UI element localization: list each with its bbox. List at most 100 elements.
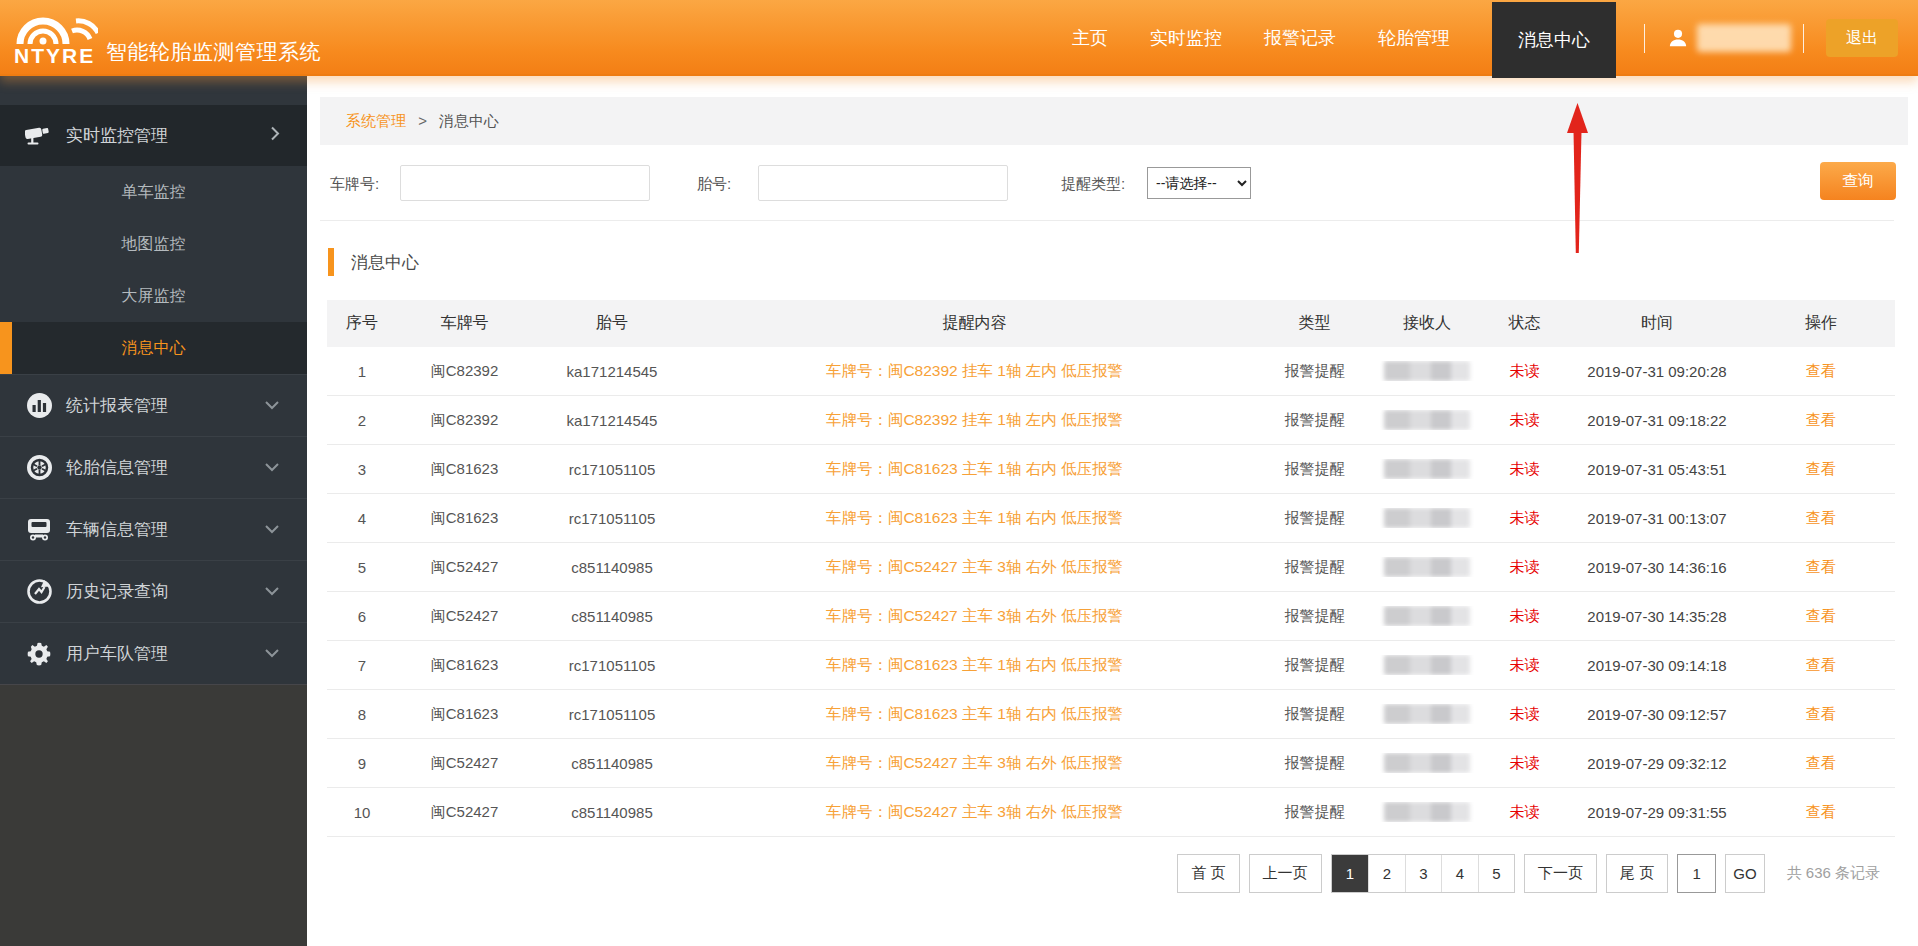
page-number-2[interactable]: 2 xyxy=(1368,855,1405,892)
gear-icon xyxy=(24,641,54,667)
page-number-4[interactable]: 4 xyxy=(1441,855,1478,892)
username-blurred xyxy=(1697,24,1791,52)
cell-time: 2019-07-31 09:20:28 xyxy=(1567,363,1747,380)
sidebar-group-0[interactable]: 实时监控管理 xyxy=(0,105,307,166)
breadcrumb-parent[interactable]: 系统管理 xyxy=(346,112,406,129)
page-goto-input[interactable] xyxy=(1677,854,1716,893)
page-number-5[interactable]: 5 xyxy=(1478,855,1515,892)
receiver-blurred xyxy=(1384,557,1470,577)
cell-recv xyxy=(1372,753,1482,773)
cell-content: 车牌号：闽C81623 主车 1轴 右内 低压报警 xyxy=(692,655,1257,676)
cell-content: 车牌号：闽C52427 主车 3轴 右外 低压报警 xyxy=(692,802,1257,823)
page-go-button[interactable]: GO xyxy=(1725,854,1764,893)
cell-status: 未读 xyxy=(1482,656,1567,675)
cell-type: 报警提醒 xyxy=(1257,803,1372,822)
nav-item-1[interactable]: 实时监控 xyxy=(1150,26,1222,50)
cell-action[interactable]: 查看 xyxy=(1747,362,1895,381)
cell-recv xyxy=(1372,606,1482,626)
cell-action[interactable]: 查看 xyxy=(1747,656,1895,675)
table-header-row: 序号车牌号胎号提醒内容类型接收人状态时间操作 xyxy=(327,300,1895,347)
cell-type: 报警提醒 xyxy=(1257,362,1372,381)
chevron-down-icon xyxy=(263,396,281,416)
record-count: 共 636 条记录 xyxy=(1787,864,1880,883)
cell-no: 6 xyxy=(327,608,397,625)
cell-tire: rc171051105 xyxy=(532,461,692,478)
cell-content: 车牌号：闽C81623 主车 1轴 右内 低压报警 xyxy=(692,459,1257,480)
cell-tire: c851140985 xyxy=(532,608,692,625)
receiver-blurred xyxy=(1384,361,1470,381)
cell-time: 2019-07-30 14:36:16 xyxy=(1567,559,1747,576)
cell-content: 车牌号：闽C81623 主车 1轴 右内 低压报警 xyxy=(692,704,1257,725)
sidebar-group-4[interactable]: 历史记录查询 xyxy=(0,561,307,622)
app-root: NTYRE 智能轮胎监测管理系统 主页实时监控报警记录轮胎管理消息中心 退出 实… xyxy=(0,0,1918,946)
cell-recv xyxy=(1372,557,1482,577)
nav-item-2[interactable]: 报警记录 xyxy=(1264,26,1336,50)
page-first-button[interactable]: 首 页 xyxy=(1177,854,1239,893)
cell-action[interactable]: 查看 xyxy=(1747,607,1895,626)
sidebar-group-2[interactable]: 轮胎信息管理 xyxy=(0,437,307,498)
cell-type: 报警提醒 xyxy=(1257,607,1372,626)
sidebar-filler xyxy=(0,684,307,946)
plate-number-input[interactable] xyxy=(400,165,650,201)
cell-action[interactable]: 查看 xyxy=(1747,411,1895,430)
breadcrumb-current: 消息中心 xyxy=(439,112,499,129)
cell-type: 报警提醒 xyxy=(1257,558,1372,577)
column-header-5: 接收人 xyxy=(1372,313,1482,334)
receiver-blurred xyxy=(1384,410,1470,430)
cell-type: 报警提醒 xyxy=(1257,656,1372,675)
cell-content: 车牌号：闽C82392 挂车 1轴 左内 低压报警 xyxy=(692,410,1257,431)
cell-plate: 闽C52427 xyxy=(397,754,532,773)
logout-button[interactable]: 退出 xyxy=(1826,19,1898,57)
search-button[interactable]: 查询 xyxy=(1820,162,1896,200)
cell-action[interactable]: 查看 xyxy=(1747,558,1895,577)
cell-tire: ka171214545 xyxy=(532,412,692,429)
cell-action[interactable]: 查看 xyxy=(1747,705,1895,724)
cell-action[interactable]: 查看 xyxy=(1747,460,1895,479)
chevron-down-icon xyxy=(263,644,281,664)
cell-status: 未读 xyxy=(1482,705,1567,724)
cell-content: 车牌号：闽C82392 挂车 1轴 左内 低压报警 xyxy=(692,361,1257,382)
cell-no: 3 xyxy=(327,461,397,478)
sidebar-subitem-0-3[interactable]: 消息中心 xyxy=(0,322,307,374)
sidebar-subitem-0-2[interactable]: 大屏监控 xyxy=(0,270,307,322)
cell-plate: 闽C82392 xyxy=(397,362,532,381)
section-title: 消息中心 xyxy=(328,248,419,276)
red-annotation-arrow xyxy=(1560,103,1596,253)
cell-tire: rc171051105 xyxy=(532,706,692,723)
user-icon xyxy=(1667,27,1689,49)
cell-no: 2 xyxy=(327,412,397,429)
sidebar-subitem-0-0[interactable]: 单车监控 xyxy=(0,166,307,218)
reminder-type-select[interactable]: --请选择-- xyxy=(1147,167,1251,199)
sidebar-group-3[interactable]: 车辆信息管理 xyxy=(0,499,307,560)
cell-no: 5 xyxy=(327,559,397,576)
page-last-button[interactable]: 尾 页 xyxy=(1606,854,1668,893)
receiver-blurred xyxy=(1384,508,1470,528)
cell-action[interactable]: 查看 xyxy=(1747,509,1895,528)
cell-recv xyxy=(1372,410,1482,430)
sidebar-subitem-0-1[interactable]: 地图监控 xyxy=(0,218,307,270)
nav-item-0[interactable]: 主页 xyxy=(1072,26,1108,50)
sidebar-group-1[interactable]: 统计报表管理 xyxy=(0,375,307,436)
column-header-2: 胎号 xyxy=(532,313,692,334)
page-prev-button[interactable]: 上一页 xyxy=(1249,854,1322,893)
page-number-1[interactable]: 1 xyxy=(1332,855,1369,892)
cell-content: 车牌号：闽C52427 主车 3轴 右外 低压报警 xyxy=(692,753,1257,774)
cell-action[interactable]: 查看 xyxy=(1747,803,1895,822)
page-number-3[interactable]: 3 xyxy=(1405,855,1442,892)
top-nav: 主页 实时监控 报警记录 轮胎管理 消息中心 退出 xyxy=(1072,0,1898,76)
cell-no: 4 xyxy=(327,510,397,527)
cell-time: 2019-07-29 09:32:12 xyxy=(1567,755,1747,772)
nav-item-4[interactable]: 消息中心 xyxy=(1492,2,1616,78)
cell-type: 报警提醒 xyxy=(1257,460,1372,479)
sidebar-group-5[interactable]: 用户车队管理 xyxy=(0,623,307,684)
cell-plate: 闽C52427 xyxy=(397,558,532,577)
page-next-button[interactable]: 下一页 xyxy=(1524,854,1597,893)
nav-item-3[interactable]: 轮胎管理 xyxy=(1378,26,1450,50)
cell-no: 8 xyxy=(327,706,397,723)
tire-number-input[interactable] xyxy=(758,165,1008,201)
cell-action[interactable]: 查看 xyxy=(1747,754,1895,773)
column-header-8: 操作 xyxy=(1747,313,1895,334)
cell-tire: ka171214545 xyxy=(532,363,692,380)
cell-tire: c851140985 xyxy=(532,804,692,821)
cell-type: 报警提醒 xyxy=(1257,411,1372,430)
